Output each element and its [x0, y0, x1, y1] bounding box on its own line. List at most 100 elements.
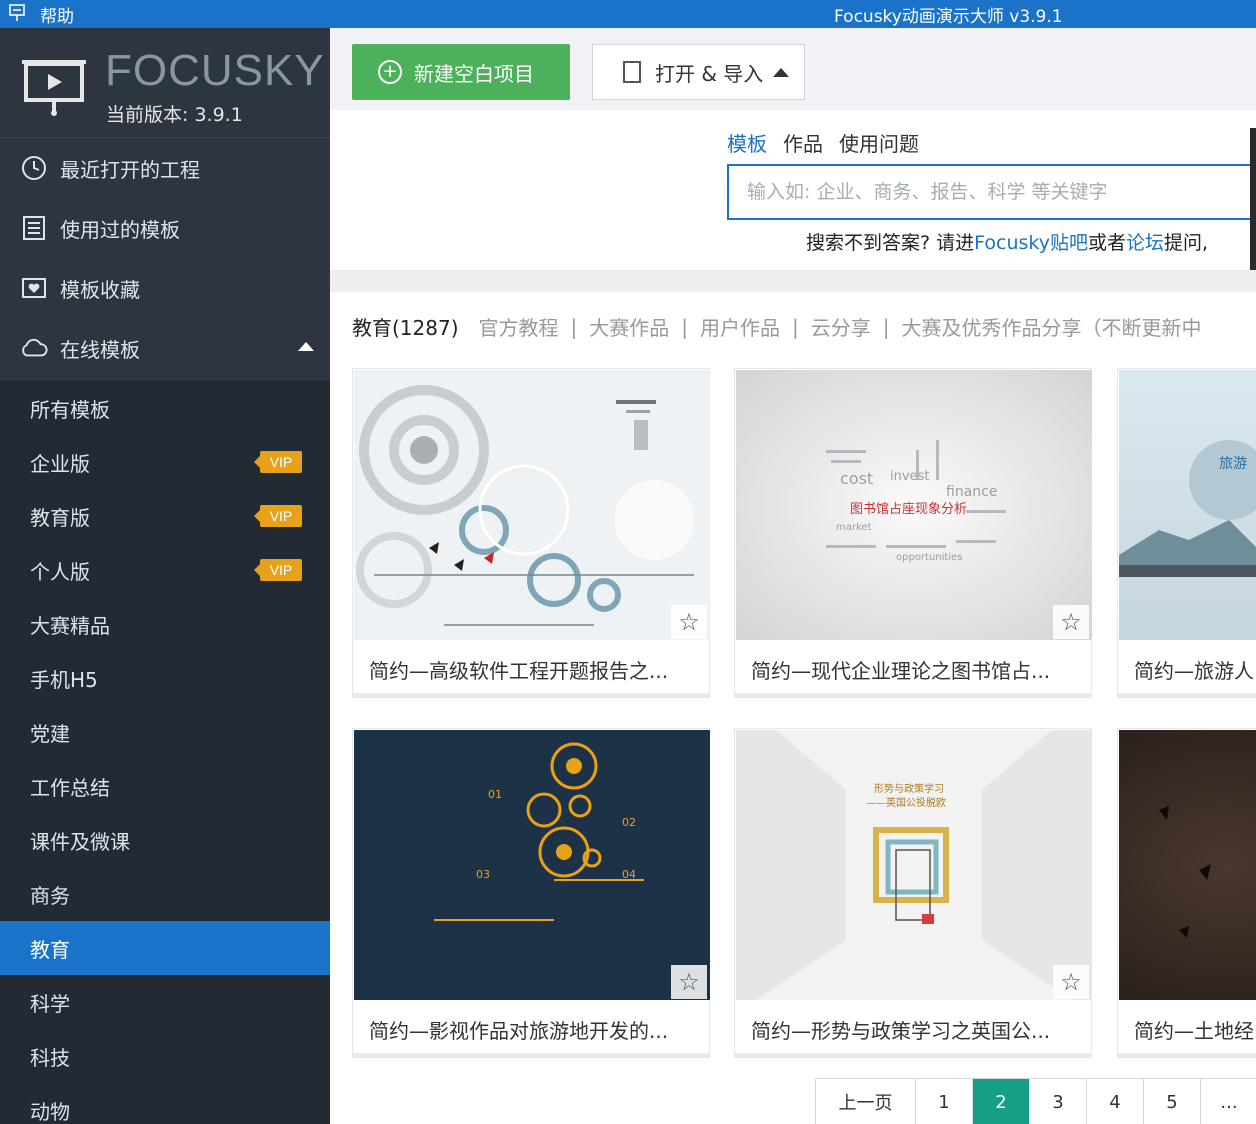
open-import-button[interactable]: 打开 & 导入 — [592, 44, 805, 100]
title-bar: 帮助 Focusky动画演示大师 v3.9.1 — [0, 0, 1256, 28]
category-item[interactable]: 教育版 VIP — [0, 489, 330, 543]
template-card[interactable]: ☆ 简约—高级软件工程开题报告之... — [352, 368, 710, 698]
divider-band — [330, 270, 1256, 292]
favorite-star-icon[interactable]: ☆ — [671, 965, 707, 999]
document-icon — [623, 61, 641, 83]
prev-page-button[interactable]: 上一页 — [816, 1079, 916, 1124]
template-thumbnail[interactable]: 01 02 03 04 — [354, 730, 710, 1000]
page-button[interactable]: 5 — [1144, 1079, 1201, 1124]
category-label: 手机H5 — [30, 667, 98, 692]
category-item[interactable]: 课件及微课 — [0, 813, 330, 867]
tab-works[interactable]: 作品 — [783, 128, 823, 157]
vip-badge: VIP — [254, 451, 302, 473]
online-template-categories: 所有模板 企业版 VIP 教育版 VIP 个人版 VIP 大赛精品 手机H5 党建 工… — [0, 381, 330, 1124]
search-area: 模板 作品 使用问题 搜索不到答案? 请进Focusky贴吧或者论坛提问, — [330, 110, 1256, 288]
template-thumbnail[interactable]: cost invest finance opportunities market… — [736, 370, 1092, 640]
category-label: 科学 — [30, 991, 70, 1016]
filter-cloud-share[interactable]: 云分享 — [811, 312, 871, 341]
category-item[interactable]: 手机H5 — [0, 651, 330, 705]
app-title: Focusky动画演示大师 v3.9.1 — [834, 7, 1063, 27]
new-project-label: 新建空白项目 — [414, 61, 534, 86]
template-list-icon — [20, 214, 48, 242]
logo-text: FOCUSKY — [105, 46, 325, 95]
category-label: 党建 — [30, 721, 70, 746]
template-card[interactable]: 简约—土地经 — [1117, 728, 1256, 1058]
favorite-star-icon[interactable]: ☆ — [1053, 605, 1089, 639]
page-button[interactable]: 4 — [1087, 1079, 1144, 1124]
page-button-active[interactable]: 2 — [973, 1079, 1030, 1124]
word-cost: cost — [840, 469, 873, 488]
template-thumbnail[interactable] — [354, 370, 710, 640]
template-title: 简约—旅游人 — [1134, 659, 1254, 683]
pagination: 上一页 1 2 3 4 5 ... — [815, 1078, 1256, 1124]
category-item[interactable]: 科技 — [0, 1029, 330, 1083]
template-grid: ☆ 简约—高级软件工程开题报告之... cost invest finance … — [352, 368, 1256, 1068]
filter-official-tutorials[interactable]: 官方教程 — [479, 312, 559, 341]
nav-main: 最近打开的工程 使用过的模板 模板收藏 在线模板 — [0, 138, 330, 378]
page-button[interactable]: 3 — [1030, 1079, 1087, 1124]
template-card[interactable]: 形势与政策学习 ——英国公投脱欧 ☆ 简约—形势与政策学习之英国公... — [734, 728, 1092, 1058]
forum-link[interactable]: 论坛 — [1126, 232, 1164, 254]
tieba-link[interactable]: Focusky贴吧 — [974, 232, 1088, 254]
new-blank-project-button[interactable]: + 新建空白项目 — [352, 44, 570, 100]
nav-online-templates[interactable]: 在线模板 — [0, 318, 330, 378]
page-ellipsis[interactable]: ... — [1201, 1079, 1256, 1124]
search-hint: 搜索不到答案? 请进Focusky贴吧或者论坛提问, — [806, 228, 1208, 255]
thumb-label: 04 — [622, 868, 636, 881]
help-menu[interactable]: 帮助 — [8, 2, 74, 27]
category-item[interactable]: 企业版 VIP — [0, 435, 330, 489]
favorite-star-icon[interactable]: ☆ — [1053, 965, 1089, 999]
category-item-active[interactable]: 教育 — [0, 921, 330, 975]
category-label: 大赛精品 — [30, 613, 110, 638]
nav-used-templates[interactable]: 使用过的模板 — [0, 198, 330, 258]
thumb-subtitle: ——英国公投脱欧 — [866, 796, 946, 809]
search-box[interactable] — [727, 164, 1256, 220]
template-card[interactable]: 旅游 简约—旅游人 — [1117, 368, 1256, 698]
filter-contest-works[interactable]: 大赛作品 — [589, 312, 669, 341]
category-label: 企业版 — [30, 451, 90, 476]
thumb-label: 01 — [488, 788, 502, 801]
category-label: 教育 — [30, 937, 70, 962]
template-card[interactable]: cost invest finance opportunities market… — [734, 368, 1092, 698]
word-finance: finance — [946, 484, 997, 500]
vip-badge: VIP — [254, 505, 302, 527]
template-thumbnail[interactable]: 旅游 — [1119, 370, 1256, 640]
logo-area: FOCUSKY 当前版本: 3.9.1 — [0, 28, 330, 138]
nav-favorite-templates[interactable]: 模板收藏 — [0, 258, 330, 318]
category-item[interactable]: 动物 — [0, 1083, 330, 1124]
current-category: 教育(1287) — [352, 316, 459, 340]
nav-label: 使用过的模板 — [60, 217, 180, 242]
thumb-title: 旅游 — [1219, 456, 1247, 472]
filter-contest-share[interactable]: 大赛及优秀作品分享（不断更新中 — [902, 312, 1202, 341]
toolbar: + 新建空白项目 打开 & 导入 — [330, 28, 1256, 110]
template-thumbnail[interactable] — [1119, 730, 1256, 1000]
word-invest: invest — [890, 469, 929, 484]
template-card[interactable]: 01 02 03 04 ☆ 简约—影视作品对旅游地开发的... — [352, 728, 710, 1058]
word-opportunities: opportunities — [896, 552, 962, 563]
nav-recent-projects[interactable]: 最近打开的工程 — [0, 138, 330, 198]
template-title: 简约—土地经 — [1134, 1019, 1254, 1043]
category-label: 个人版 — [30, 559, 90, 584]
help-label: 帮助 — [40, 7, 74, 27]
category-label: 动物 — [30, 1099, 70, 1124]
category-item[interactable]: 大赛精品 — [0, 597, 330, 651]
collapse-caret-icon[interactable] — [298, 342, 314, 351]
heart-folder-icon — [20, 274, 48, 302]
category-item[interactable]: 党建 — [0, 705, 330, 759]
category-item[interactable]: 个人版 VIP — [0, 543, 330, 597]
category-filter-bar: 教育(1287) 官方教程 | 大赛作品 | 用户作品 | 云分享 | 大赛及优… — [352, 312, 1202, 341]
tab-faq[interactable]: 使用问题 — [839, 128, 919, 157]
favorite-star-icon[interactable]: ☆ — [671, 605, 707, 639]
category-item[interactable]: 科学 — [0, 975, 330, 1029]
page-button[interactable]: 1 — [916, 1079, 973, 1124]
category-item[interactable]: 所有模板 — [0, 381, 330, 435]
scrollbar[interactable] — [1250, 128, 1256, 288]
filter-user-works[interactable]: 用户作品 — [700, 312, 780, 341]
focusky-logo-icon — [20, 52, 88, 116]
template-thumbnail[interactable]: 形势与政策学习 ——英国公投脱欧 — [736, 730, 1092, 1000]
category-item[interactable]: 商务 — [0, 867, 330, 921]
tab-templates[interactable]: 模板 — [727, 128, 767, 157]
search-input[interactable] — [747, 181, 1256, 203]
category-label: 科技 — [30, 1045, 70, 1070]
category-item[interactable]: 工作总结 — [0, 759, 330, 813]
